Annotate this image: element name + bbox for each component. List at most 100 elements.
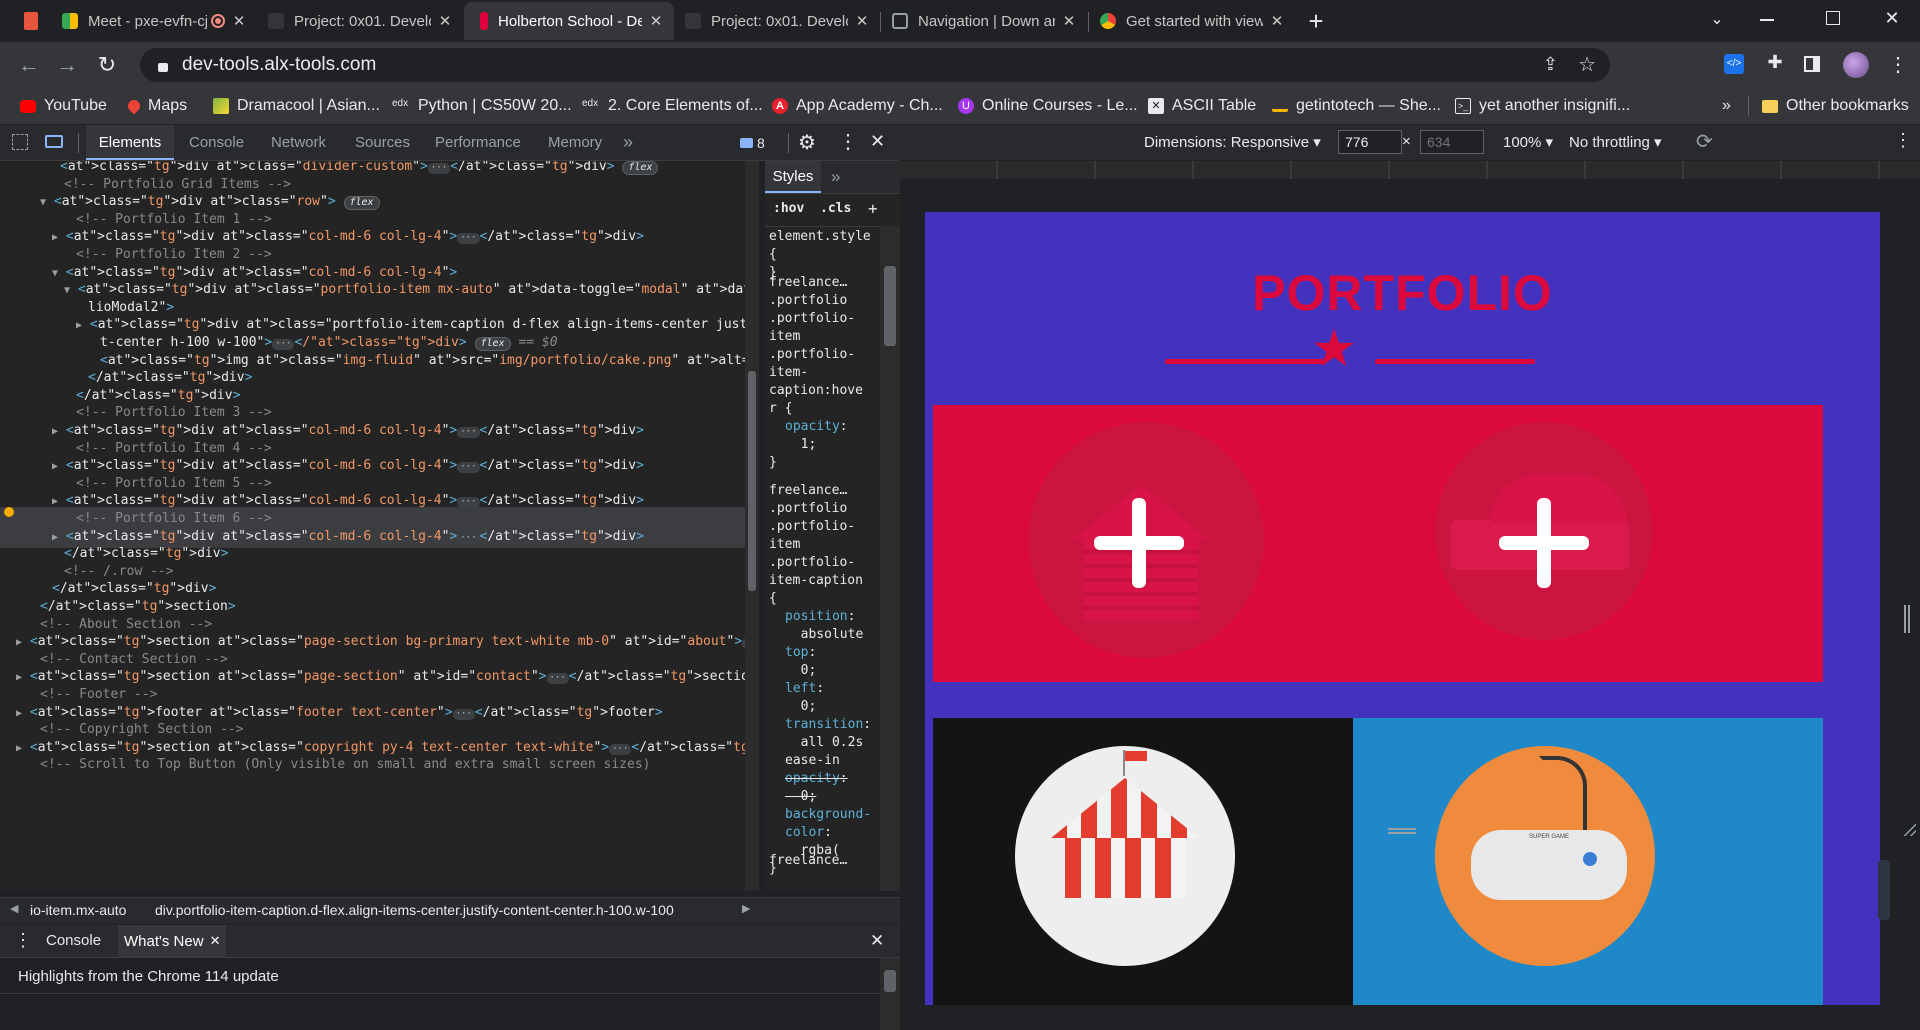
styles-scrollbar[interactable] bbox=[880, 226, 900, 891]
reload-button[interactable]: ↻ bbox=[92, 50, 122, 80]
style-property[interactable]: opacity: 1; bbox=[769, 418, 879, 454]
scrollbar-thumb[interactable] bbox=[748, 371, 756, 591]
portfolio-item-game[interactable]: SUPER GAME bbox=[1353, 718, 1823, 1005]
bookmark-app-academy[interactable]: A App Academy - Ch... bbox=[772, 96, 943, 116]
close-icon[interactable]: ✕ bbox=[648, 12, 664, 30]
breadcrumb-item-active[interactable]: div.portfolio-item-caption.d-flex.align-… bbox=[155, 902, 674, 918]
tab-2[interactable]: Project: 0x01. Developer to ✕ bbox=[258, 2, 463, 40]
bookmark-youtube[interactable]: YouTube bbox=[20, 96, 107, 116]
bookmark-getintotech[interactable]: getintotech — She... bbox=[1272, 96, 1441, 116]
style-property[interactable]: top: 0; bbox=[769, 644, 879, 680]
expand-toggle-icon[interactable]: ▶ bbox=[52, 461, 58, 472]
flex-badge[interactable]: flex bbox=[474, 337, 511, 351]
cls-toggle[interactable]: .cls bbox=[820, 201, 851, 216]
close-drawer-icon[interactable]: ✕ bbox=[870, 931, 884, 951]
tab-memory[interactable]: Memory bbox=[548, 125, 602, 160]
expand-toggle-icon[interactable]: ▶ bbox=[76, 320, 82, 331]
drawer-scrollbar[interactable] bbox=[880, 958, 900, 1030]
expand-toggle-icon[interactable]: ▶ bbox=[16, 637, 22, 648]
bookmark-ascii-table[interactable]: ✕ ASCII Table bbox=[1148, 96, 1256, 116]
style-rule[interactable]: freelance… .portfolio .portfolio- item .… bbox=[769, 482, 879, 878]
portfolio-item-cake[interactable] bbox=[1353, 405, 1823, 682]
breadcrumb-item[interactable]: io-item.mx-auto bbox=[30, 902, 126, 918]
resize-handle-bottom[interactable] bbox=[1388, 828, 1416, 834]
expand-toggle-icon[interactable]: ▼ bbox=[64, 285, 70, 296]
media-query-ruler[interactable] bbox=[900, 161, 1920, 179]
close-icon[interactable]: ✕ bbox=[437, 12, 453, 30]
flex-badge[interactable]: flex bbox=[343, 196, 380, 211]
breadcrumb-left-arrow[interactable]: ◀ bbox=[10, 902, 18, 915]
tab-network[interactable]: Network bbox=[271, 125, 326, 160]
elements-scrollbar[interactable] bbox=[745, 161, 759, 891]
bookmark-maps[interactable]: Maps bbox=[125, 96, 187, 116]
style-property[interactable]: left: 0; bbox=[769, 680, 879, 716]
expand-toggle-icon[interactable]: ▶ bbox=[16, 672, 22, 683]
close-devtools-icon[interactable]: ✕ bbox=[870, 131, 885, 152]
tab-5[interactable]: Navigation | Down and Dirty ✕ bbox=[882, 2, 1087, 40]
expand-toggle-icon[interactable]: ▶ bbox=[52, 496, 58, 507]
inspect-element-icon[interactable] bbox=[12, 134, 28, 150]
zoom-dropdown[interactable]: 100% ▾ bbox=[1503, 133, 1553, 151]
tab-styles[interactable]: Styles bbox=[765, 161, 821, 193]
style-property[interactable]: opacity: 0; bbox=[769, 770, 879, 806]
height-input[interactable] bbox=[1420, 130, 1484, 154]
drawer-tab-console[interactable]: Console bbox=[46, 932, 101, 949]
bookmark-yet-another[interactable]: >_ yet another insignifi... bbox=[1455, 96, 1630, 116]
new-tab-button[interactable]: + bbox=[1300, 6, 1332, 38]
dom-line[interactable]: <!-- Scroll to Top Button (Only visible … bbox=[40, 755, 650, 775]
restore-button[interactable] bbox=[1826, 11, 1840, 25]
tab-sources[interactable]: Sources bbox=[355, 125, 410, 160]
tab-console[interactable]: Console bbox=[189, 125, 244, 160]
drawer-tab-whats-new[interactable]: What's New ✕ bbox=[118, 925, 227, 957]
expand-toggle-icon[interactable]: ▼ bbox=[40, 197, 46, 208]
scrollbar-thumb[interactable] bbox=[884, 266, 896, 346]
close-window-button[interactable]: ✕ bbox=[1878, 4, 1906, 32]
close-icon[interactable]: ✕ bbox=[1269, 12, 1285, 30]
menu-kebab-icon[interactable]: ⋮ bbox=[1888, 52, 1908, 78]
resize-handle-corner[interactable] bbox=[1900, 820, 1916, 836]
minimize-button[interactable] bbox=[1760, 19, 1774, 21]
close-icon[interactable]: ✕ bbox=[854, 12, 870, 30]
tab-search-icon[interactable]: ⌄ bbox=[1705, 8, 1729, 32]
expand-toggle-icon[interactable]: ▶ bbox=[16, 743, 22, 754]
style-rule[interactable]: freelance… .portfolio .portfolio- item .… bbox=[769, 274, 879, 472]
dimensions-dropdown[interactable]: Dimensions: Responsive ▾ bbox=[1144, 133, 1321, 151]
address-bar[interactable]: dev-tools.alx-tools.com ⇪ ☆ bbox=[140, 48, 1610, 82]
hov-toggle[interactable]: :hov bbox=[773, 201, 804, 216]
tab-6[interactable]: Get started with viewing and ✕ bbox=[1090, 2, 1295, 40]
style-rule[interactable]: freelance… bbox=[769, 852, 879, 870]
expand-toggle-icon[interactable]: ▶ bbox=[16, 708, 22, 719]
side-panel-icon[interactable] bbox=[1804, 56, 1820, 72]
more-styles-tabs[interactable]: » bbox=[831, 161, 840, 193]
bookmark-star-icon[interactable]: ☆ bbox=[1578, 52, 1596, 77]
rotate-icon[interactable]: ⟳ bbox=[1696, 129, 1713, 154]
bookmarks-overflow-button[interactable]: » bbox=[1722, 96, 1731, 116]
more-tabs-button[interactable]: » bbox=[623, 125, 633, 160]
style-property[interactable]: transition: all 0.2s ease-in bbox=[769, 716, 879, 770]
tab-performance[interactable]: Performance bbox=[435, 125, 521, 160]
style-property[interactable]: position: absolute bbox=[769, 608, 879, 644]
forward-button[interactable]: → bbox=[52, 50, 82, 80]
scrollbar-thumb[interactable] bbox=[884, 970, 896, 992]
tab-4[interactable]: Project: 0x01. Developer to ✕ bbox=[675, 2, 880, 40]
settings-gear-icon[interactable]: ⚙ bbox=[798, 130, 816, 155]
other-bookmarks[interactable]: Other bookmarks bbox=[1762, 96, 1909, 116]
tab-elements[interactable]: Elements bbox=[86, 125, 174, 160]
close-icon[interactable]: ✕ bbox=[231, 12, 247, 30]
portfolio-item-circus[interactable] bbox=[933, 718, 1403, 1005]
expand-toggle-icon[interactable]: ▶ bbox=[52, 232, 58, 243]
bookmark-python[interactable]: edx Python | CS50W 20... bbox=[392, 96, 572, 116]
page-scrollbar-indicator[interactable] bbox=[1878, 860, 1890, 920]
portfolio-item-cabin[interactable] bbox=[933, 405, 1403, 682]
close-icon[interactable]: ✕ bbox=[1061, 12, 1077, 30]
bookmark-dramacool[interactable]: Dramacool | Asian... bbox=[213, 96, 380, 116]
throttling-dropdown[interactable]: No throttling ▾ bbox=[1569, 133, 1662, 151]
bookmark-online-courses[interactable]: U Online Courses - Le... bbox=[958, 96, 1138, 116]
device-menu-icon[interactable]: ⋮ bbox=[1894, 130, 1912, 151]
close-icon[interactable]: ✕ bbox=[210, 933, 221, 949]
flex-badge[interactable]: flex bbox=[622, 161, 659, 175]
tab-1[interactable]: Meet - pxe-evfn-cje ✕ bbox=[52, 2, 257, 40]
drawer-menu-icon[interactable]: ⋮ bbox=[14, 930, 32, 951]
extensions-puzzle-icon[interactable]: ✚ bbox=[1764, 52, 1786, 74]
new-rule-button[interactable]: + bbox=[868, 199, 878, 218]
